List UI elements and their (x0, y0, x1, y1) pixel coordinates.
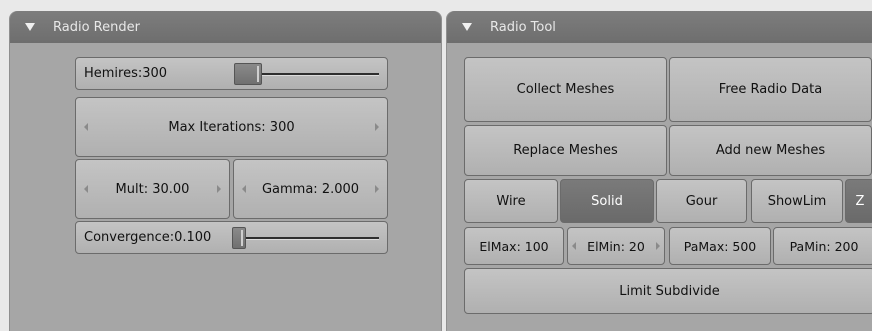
gamma-field[interactable]: Gamma: 2.000 (233, 159, 388, 219)
increment-arrow-icon[interactable] (375, 123, 379, 131)
convergence-label: Convergence:0.100 (84, 230, 212, 245)
z-toggle[interactable]: Z (845, 179, 872, 223)
gour-label: Gour (685, 193, 718, 209)
gamma-label: Gamma: 2.000 (261, 181, 360, 197)
radio-tool-panel: Radio Tool Collect Meshes Free Radio Dat… (446, 11, 872, 331)
show-lim-label: ShowLim (767, 193, 827, 209)
max-iterations-label: Max Iterations: 300 (168, 119, 295, 135)
collapse-triangle-icon[interactable] (25, 23, 35, 31)
radio-tool-title: Radio Tool (490, 19, 556, 35)
add-new-meshes-button[interactable]: Add new Meshes (669, 125, 872, 176)
add-new-meshes-label: Add new Meshes (715, 143, 826, 158)
elmax-field[interactable]: ElMax: 100 (464, 227, 564, 265)
pamax-label: PaMax: 500 (683, 238, 757, 254)
pamin-field[interactable]: PaMin: 200 (773, 227, 872, 265)
wire-button[interactable]: Wire (464, 179, 558, 223)
pamin-label: PaMin: 200 (789, 238, 859, 254)
decrement-arrow-icon[interactable] (242, 185, 246, 193)
radio-tool-header[interactable]: Radio Tool (447, 11, 872, 43)
limit-subdivide-button[interactable]: Limit Subdivide (464, 268, 872, 314)
increment-arrow-icon[interactable] (217, 185, 221, 193)
replace-meshes-label: Replace Meshes (513, 143, 618, 158)
elmax-label: ElMax: 100 (479, 238, 549, 254)
convergence-slider-track[interactable] (236, 237, 379, 240)
increment-arrow-icon[interactable] (375, 185, 379, 193)
solid-label: Solid (591, 193, 623, 209)
z-label: Z (855, 193, 865, 209)
increment-arrow-icon[interactable] (656, 242, 660, 250)
pamax-field[interactable]: PaMax: 500 (669, 227, 771, 265)
max-iterations-field[interactable]: Max Iterations: 300 (75, 97, 388, 157)
limit-subdivide-label: Limit Subdivide (619, 283, 720, 299)
collect-meshes-label: Collect Meshes (516, 82, 615, 97)
hemires-label: Hemires:300 (84, 66, 168, 81)
convergence-slider-knob[interactable] (232, 227, 246, 249)
elmin-field[interactable]: ElMin: 20 (567, 227, 665, 265)
hemires-slider[interactable]: Hemires:300 (75, 57, 388, 90)
radio-render-header[interactable]: Radio Render (10, 11, 441, 43)
elmin-label: ElMin: 20 (587, 238, 645, 254)
mult-field[interactable]: Mult: 30.00 (75, 159, 230, 219)
radio-render-panel: Radio Render Hemires:300 Max Iterations:… (9, 11, 442, 331)
hemires-slider-knob[interactable] (234, 63, 262, 85)
wire-label: Wire (496, 193, 526, 209)
collect-meshes-button[interactable]: Collect Meshes (464, 57, 667, 122)
free-radio-data-button[interactable]: Free Radio Data (669, 57, 872, 122)
decrement-arrow-icon[interactable] (84, 185, 88, 193)
decrement-arrow-icon[interactable] (572, 242, 576, 250)
solid-button[interactable]: Solid (560, 179, 654, 223)
free-radio-data-label: Free Radio Data (718, 82, 823, 97)
radio-render-title: Radio Render (53, 19, 140, 35)
convergence-slider[interactable]: Convergence:0.100 (75, 221, 388, 254)
collapse-triangle-icon[interactable] (462, 23, 472, 31)
replace-meshes-button[interactable]: Replace Meshes (464, 125, 667, 176)
mult-label: Mult: 30.00 (115, 181, 190, 197)
show-lim-toggle[interactable]: ShowLim (751, 179, 843, 223)
decrement-arrow-icon[interactable] (84, 123, 88, 131)
gour-button[interactable]: Gour (656, 179, 747, 223)
